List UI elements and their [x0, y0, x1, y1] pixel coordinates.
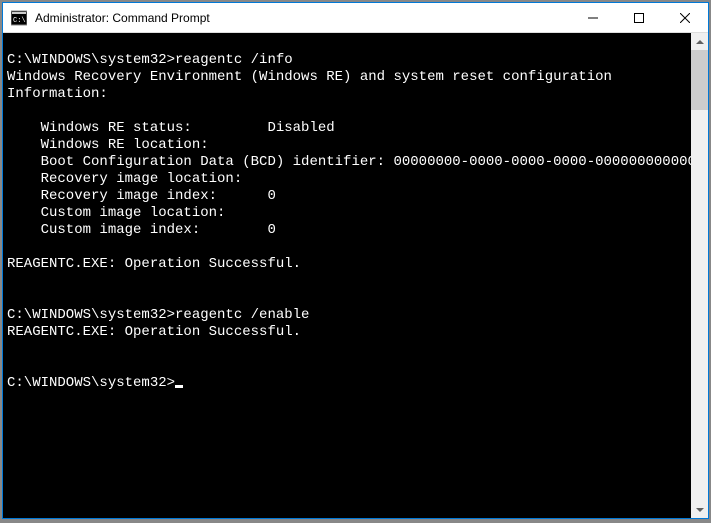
close-button[interactable] — [662, 3, 708, 32]
scroll-down-button[interactable] — [691, 501, 708, 518]
maximize-button[interactable] — [616, 3, 662, 32]
vertical-scrollbar[interactable] — [691, 33, 708, 518]
terminal-line — [7, 239, 687, 256]
terminal-line: Windows RE status: Disabled — [7, 120, 687, 137]
terminal-line: C:\WINDOWS\system32> — [7, 375, 687, 392]
terminal-output[interactable]: C:\WINDOWS\system32>reagentc /infoWindow… — [3, 33, 691, 518]
titlebar[interactable]: C:\ Administrator: Command Prompt — [3, 3, 708, 33]
terminal-line: REAGENTC.EXE: Operation Successful. — [7, 256, 687, 273]
terminal-line — [7, 103, 687, 120]
command-prompt-window: C:\ Administrator: Command Prompt C:\WIN… — [2, 2, 709, 519]
terminal-line — [7, 35, 687, 52]
terminal-line: Windows Recovery Environment (Windows RE… — [7, 69, 687, 86]
terminal-line: Recovery image index: 0 — [7, 188, 687, 205]
terminal-line: Custom image location: — [7, 205, 687, 222]
terminal-line — [7, 358, 687, 375]
terminal-line: Boot Configuration Data (BCD) identifier… — [7, 154, 687, 171]
terminal-line: C:\WINDOWS\system32>reagentc /info — [7, 52, 687, 69]
cursor — [175, 385, 183, 388]
terminal-line — [7, 290, 687, 307]
terminal-area: C:\WINDOWS\system32>reagentc /infoWindow… — [3, 33, 708, 518]
minimize-button[interactable] — [570, 3, 616, 32]
window-controls — [570, 3, 708, 32]
terminal-line — [7, 341, 687, 358]
svg-text:C:\: C:\ — [13, 17, 26, 25]
window-title: Administrator: Command Prompt — [33, 11, 570, 25]
terminal-line: Information: — [7, 86, 687, 103]
terminal-line — [7, 273, 687, 290]
terminal-line: Custom image index: 0 — [7, 222, 687, 239]
scroll-thumb[interactable] — [691, 50, 708, 110]
terminal-line: REAGENTC.EXE: Operation Successful. — [7, 324, 687, 341]
cmd-icon: C:\ — [11, 10, 27, 26]
scroll-up-button[interactable] — [691, 33, 708, 50]
scroll-track[interactable] — [691, 50, 708, 501]
terminal-line: Recovery image location: — [7, 171, 687, 188]
terminal-line: Windows RE location: — [7, 137, 687, 154]
terminal-line: C:\WINDOWS\system32>reagentc /enable — [7, 307, 687, 324]
